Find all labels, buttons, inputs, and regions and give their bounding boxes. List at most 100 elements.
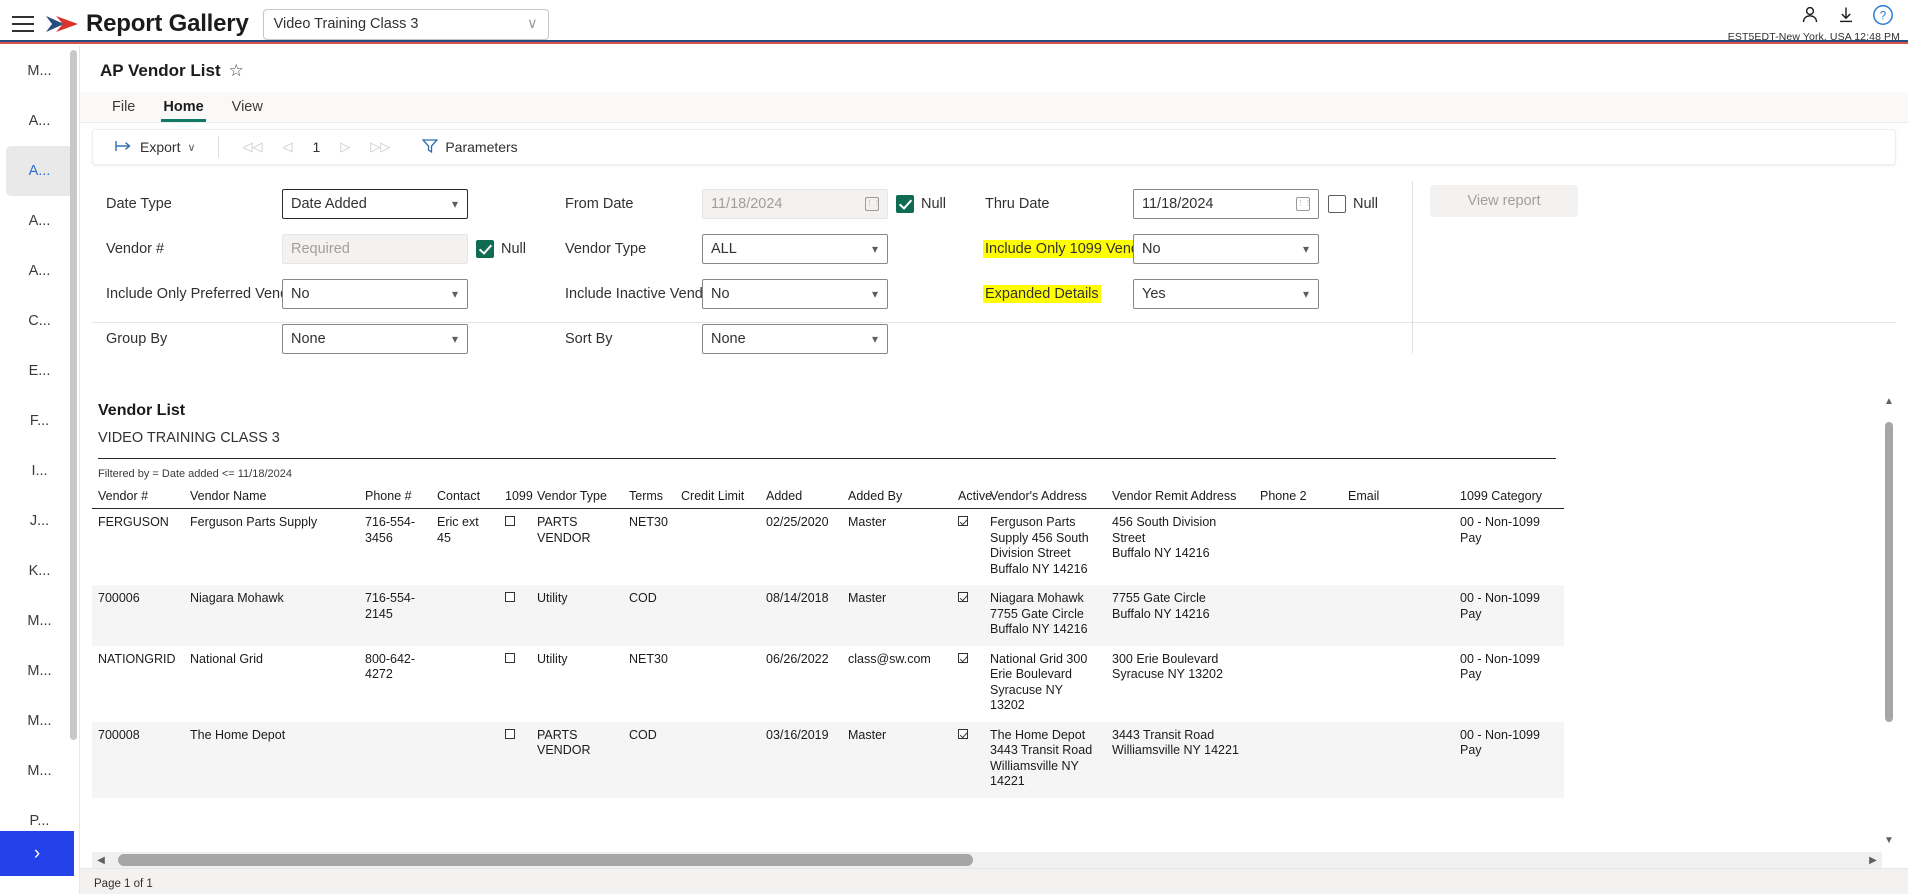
sidebar-item-0[interactable]: M... [6, 46, 73, 96]
chevron-down-icon: ▾ [871, 331, 878, 346]
is-1099-checkbox [505, 652, 515, 663]
sidebar-item-2[interactable]: A... [6, 146, 73, 196]
vendor-number-null-checkbox[interactable]: Null [476, 239, 526, 258]
sidebar-item-1[interactable]: A... [6, 96, 73, 146]
from-date-null-checkbox[interactable]: Null [896, 194, 946, 213]
report-horizontal-scrollbar[interactable]: ◀ ▶ [92, 852, 1882, 868]
export-arrow-icon [115, 139, 133, 155]
cell-added: 06/26/2022 [766, 651, 829, 666]
cell-phone [359, 721, 431, 798]
sidebar-item-label: F... [29, 413, 50, 429]
thru-date-null-checkbox[interactable]: Null [1328, 194, 1378, 213]
parameters-panel: Date Type Date Added ▾ From Date 11/18/2… [92, 175, 1896, 354]
vendor-type-select[interactable]: ALL ▾ [702, 233, 888, 264]
person-icon[interactable] [1800, 5, 1820, 30]
tab-file[interactable]: File [100, 95, 147, 122]
prev-page-button[interactable]: ◁ [273, 139, 303, 155]
export-button[interactable]: Export ∨ [107, 135, 204, 159]
sidebar-item-8[interactable]: I... [6, 446, 73, 496]
sidebar-item-label: I... [31, 463, 48, 479]
star-outline-icon[interactable]: ☆ [229, 61, 244, 81]
cell-remit-address: 3443 Transit Road Williamsville NY 14221 [1106, 721, 1254, 798]
sidebar-item-9[interactable]: J... [6, 496, 73, 546]
cell-vendor-type: PARTS VENDOR [531, 721, 623, 798]
cell-phone2 [1254, 646, 1342, 722]
sidebar-item-11[interactable]: M... [6, 596, 73, 646]
include-1099-value: No [1142, 240, 1161, 257]
vendor-number-label: Vendor # [106, 240, 165, 257]
table-row[interactable]: 700008 The Home Depot PARTS VENDOR COD 03/16… [92, 721, 1564, 798]
vertical-scroll-thumb[interactable] [1885, 422, 1893, 722]
cell-active [952, 646, 984, 722]
cell-active [952, 585, 984, 646]
column-header: Phone 2 [1254, 486, 1342, 509]
page-number-input[interactable]: 1 [303, 139, 331, 155]
class-select[interactable]: Video Training Class 3 ∨ [262, 8, 549, 40]
help-circle-icon[interactable]: ? [1872, 4, 1894, 31]
sidebar-item-10[interactable]: K... [6, 546, 73, 596]
inactive-vendors-label: Include Inactive Vendors [565, 285, 723, 302]
scroll-down-icon[interactable]: ▼ [1882, 835, 1896, 846]
table-row[interactable]: FERGUSON Ferguson Parts Supply 716-554-345… [92, 509, 1564, 586]
cell-email [1342, 646, 1454, 722]
vendor-type-label: Vendor Type [565, 240, 647, 257]
tab-home[interactable]: Home [151, 95, 215, 122]
preferred-vendors-select[interactable]: No ▾ [282, 278, 468, 309]
thru-date-input[interactable]: 11/18/2024 ⋮⋮ [1133, 188, 1319, 219]
next-page-button[interactable]: ▷ [330, 139, 360, 155]
vendor-number-input[interactable]: Required [282, 233, 468, 264]
preferred-vendors-value: No [291, 285, 310, 302]
column-header: Terms [623, 486, 675, 509]
sidebar-item-5[interactable]: C... [6, 296, 73, 346]
sidebar-item-13[interactable]: M... [6, 696, 73, 746]
sidebar-expand-button[interactable]: › [0, 831, 74, 876]
cell-credit-limit [675, 585, 760, 646]
cell-added: 08/14/2018 [760, 585, 842, 646]
vendor-type-value: ALL [711, 240, 737, 257]
report-vertical-scrollbar[interactable]: ▲ ▼ [1882, 396, 1896, 846]
scroll-up-icon[interactable]: ▲ [1882, 396, 1896, 407]
horizontal-scroll-thumb[interactable] [118, 854, 973, 866]
cell-is-1099 [499, 509, 531, 586]
sidebar-scrollbar[interactable] [70, 50, 77, 740]
cell-vendor-name: Niagara Mohawk [184, 585, 359, 646]
scroll-left-icon[interactable]: ◀ [92, 855, 110, 866]
sidebar-item-7[interactable]: F... [6, 396, 73, 446]
sidebar-item-4[interactable]: A... [6, 246, 73, 296]
download-icon[interactable] [1836, 5, 1856, 30]
report-subheading: VIDEO TRAINING CLASS 3 [98, 430, 280, 446]
date-type-select[interactable]: Date Added ▾ [282, 188, 468, 219]
cell-contact: Eric ext 45 [437, 515, 479, 545]
report-viewer: Vendor List VIDEO TRAINING CLASS 3 Filte… [92, 396, 1896, 868]
class-select-value: Video Training Class 3 [273, 16, 419, 32]
cell-added-by: Master [848, 515, 887, 529]
sidebar-item-12[interactable]: M... [6, 646, 73, 696]
include-1099-select[interactable]: No ▾ [1133, 233, 1319, 264]
sort-by-select[interactable]: None ▾ [702, 323, 888, 354]
view-report-button[interactable]: View report [1430, 185, 1578, 217]
main-content: AP Vendor List ☆ File Home View Export ∨ ◁… [80, 46, 1908, 894]
hamburger-icon[interactable] [8, 11, 38, 37]
first-page-button[interactable]: ◁◁ [233, 139, 273, 155]
parameters-button[interactable]: Parameters [414, 134, 525, 160]
sidebar-item-14[interactable]: M... [6, 746, 73, 796]
tab-view[interactable]: View [220, 95, 275, 122]
inactive-vendors-select[interactable]: No ▾ [702, 278, 888, 309]
thru-date-label: Thru Date [985, 195, 1050, 212]
table-body: FERGUSON Ferguson Parts Supply 716-554-345… [92, 509, 1564, 798]
parameter-row: Vendor # Required Null Vendor Type ALL ▾… [92, 226, 1896, 271]
cell-added: 02/25/2020 [766, 515, 829, 529]
column-header: Contact [431, 486, 499, 509]
cell-vendor-type: Utility [531, 585, 623, 646]
group-by-select[interactable]: None ▾ [282, 323, 468, 354]
sidebar-item-6[interactable]: E... [6, 346, 73, 396]
from-date-input[interactable]: 11/18/2024 ⋮⋮ [702, 188, 888, 219]
expanded-details-select[interactable]: Yes ▾ [1133, 278, 1319, 309]
sidebar-item-3[interactable]: A... [6, 196, 73, 246]
status-bar [80, 868, 1908, 894]
table-row[interactable]: NATIONGRID National Grid 800-642-4272 Utili… [92, 646, 1564, 722]
table-row[interactable]: 700006 Niagara Mohawk 716-554-2145 Utility C… [92, 585, 1564, 646]
cell-remit-address: 456 South Division Street Buffalo NY 142… [1112, 515, 1217, 560]
last-page-button[interactable]: ▷▷ [360, 139, 400, 155]
scroll-right-icon[interactable]: ▶ [1864, 855, 1882, 866]
